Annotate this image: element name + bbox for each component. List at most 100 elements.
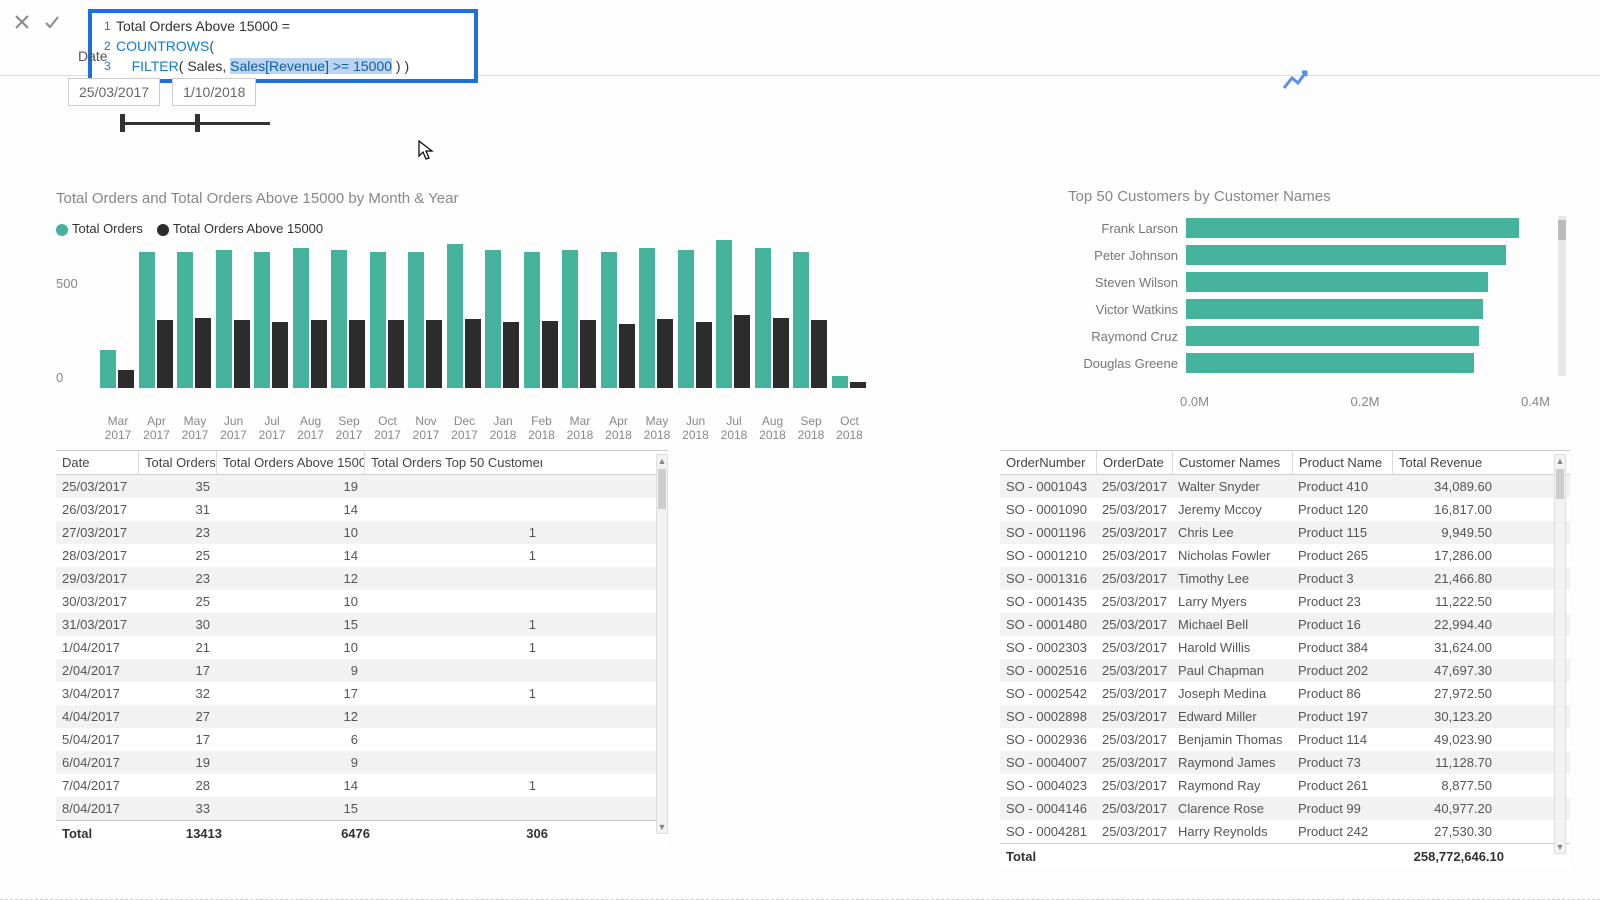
bar-segment[interactable] (447, 244, 463, 388)
column-header[interactable]: Customer Names (1172, 451, 1292, 474)
bar-segment[interactable] (370, 252, 386, 388)
bar-segment[interactable] (177, 252, 193, 388)
column-header[interactable]: Product Name (1292, 451, 1392, 474)
bar-segment[interactable] (139, 252, 155, 388)
table-row[interactable]: 4/04/20172712 (56, 705, 668, 728)
bar-segment[interactable] (408, 252, 424, 388)
bar-segment[interactable] (157, 320, 173, 388)
dax-formula-editor[interactable]: 1Total Orders Above 15000 = 2COUNTROWS( … (88, 9, 478, 83)
visual-header-icon[interactable] (1280, 68, 1308, 95)
table-row[interactable]: SO - 000293625/03/2017Benjamin ThomasPro… (1000, 728, 1570, 751)
table-row[interactable]: 28/03/201725141 (56, 544, 668, 567)
table-row[interactable]: 3/04/201732171 (56, 682, 668, 705)
hbar-segment[interactable] (1186, 326, 1479, 346)
bar-segment[interactable] (811, 320, 827, 388)
scroll-down-icon[interactable]: ▼ (657, 821, 667, 833)
bar-segment[interactable] (254, 252, 270, 388)
table-row[interactable]: 1/04/201721101 (56, 636, 668, 659)
table-row[interactable]: 8/04/20173315 (56, 797, 668, 820)
bar-segment[interactable] (331, 250, 347, 388)
table-row[interactable]: SO - 000414625/03/2017Clarence RoseProdu… (1000, 797, 1570, 820)
table-row[interactable]: 2/04/2017179 (56, 659, 668, 682)
table-row[interactable]: SO - 000230325/03/2017Harold WillisProdu… (1000, 636, 1570, 659)
bar-segment[interactable] (678, 250, 694, 388)
table-row[interactable]: SO - 000289825/03/2017Edward MillerProdu… (1000, 705, 1570, 728)
bar-segment[interactable] (657, 319, 673, 388)
bar-segment[interactable] (850, 382, 866, 388)
column-header[interactable]: Total Orders (138, 451, 216, 474)
bar-segment[interactable] (562, 250, 578, 388)
column-header[interactable]: Total Orders Top 50 Customers (364, 451, 542, 474)
bar-segment[interactable] (216, 250, 232, 388)
table-scrollbar[interactable]: ▲ ▼ (1554, 454, 1566, 854)
bar-segment[interactable] (311, 320, 327, 388)
orders-summary-table[interactable]: DateTotal OrdersTotal Orders Above 15000… (56, 450, 668, 846)
table-row[interactable]: SO - 000143525/03/2017Larry MyersProduct… (1000, 590, 1570, 613)
scroll-up-icon[interactable]: ▲ (657, 455, 667, 467)
table-row[interactable]: SO - 000109025/03/2017Jeremy MccoyProduc… (1000, 498, 1570, 521)
date-from-input[interactable]: 25/03/2017 (68, 78, 160, 106)
table-row[interactable]: 26/03/20173114 (56, 498, 668, 521)
bar-segment[interactable] (755, 248, 771, 388)
column-header[interactable]: Date (56, 451, 138, 474)
bar-segment[interactable] (349, 320, 365, 388)
bar-segment[interactable] (100, 350, 116, 388)
column-header[interactable]: Total Revenue (1392, 451, 1498, 474)
bar-segment[interactable] (118, 370, 134, 388)
table-row[interactable]: 31/03/201730151 (56, 613, 668, 636)
table-scrollbar[interactable]: ▲ ▼ (656, 454, 668, 834)
hbar-segment[interactable] (1186, 218, 1519, 238)
table-row[interactable]: 29/03/20172312 (56, 567, 668, 590)
bar-segment[interactable] (619, 324, 635, 388)
bar-segment[interactable] (524, 252, 540, 388)
table-row[interactable]: SO - 000251625/03/2017Paul ChapmanProduc… (1000, 659, 1570, 682)
table-row[interactable]: SO - 000428125/03/2017Harry ReynoldsProd… (1000, 820, 1570, 843)
scroll-up-icon[interactable]: ▲ (1555, 455, 1565, 467)
table-row[interactable]: 30/03/20172510 (56, 590, 668, 613)
bar-segment[interactable] (465, 319, 481, 388)
bar-segment[interactable] (696, 322, 712, 388)
bar-segment[interactable] (542, 321, 558, 388)
bar-segment[interactable] (234, 320, 250, 388)
scroll-down-icon[interactable]: ▼ (1555, 841, 1565, 853)
chart-scrollbar[interactable] (1558, 216, 1566, 376)
bar-segment[interactable] (832, 376, 848, 388)
table-row[interactable]: 25/03/20173519 (56, 475, 668, 498)
bar-segment[interactable] (639, 248, 655, 388)
table-row[interactable]: SO - 000400725/03/2017Raymond JamesProdu… (1000, 751, 1570, 774)
bar-segment[interactable] (485, 250, 501, 388)
table-row[interactable]: 6/04/2017199 (56, 751, 668, 774)
bar-segment[interactable] (580, 320, 596, 388)
column-header[interactable]: Total Orders Above 15000 (216, 451, 364, 474)
bar-segment[interactable] (293, 248, 309, 388)
column-header[interactable]: OrderDate (1096, 451, 1172, 474)
column-header[interactable]: OrderNumber (1000, 451, 1096, 474)
hbar-segment[interactable] (1186, 272, 1488, 292)
bar-segment[interactable] (793, 252, 809, 388)
hbar-segment[interactable] (1186, 299, 1483, 319)
table-row[interactable]: 5/04/2017176 (56, 728, 668, 751)
bar-segment[interactable] (272, 322, 288, 388)
bar-segment[interactable] (773, 318, 789, 388)
table-row[interactable]: SO - 000119625/03/2017Chris LeeProduct 1… (1000, 521, 1570, 544)
hbar-segment[interactable] (1186, 245, 1506, 265)
bar-segment[interactable] (734, 315, 750, 388)
bar-segment[interactable] (716, 240, 732, 388)
commit-icon[interactable] (44, 14, 60, 33)
bar-segment[interactable] (426, 320, 442, 388)
table-row[interactable]: 27/03/201723101 (56, 521, 668, 544)
bar-segment[interactable] (388, 320, 404, 388)
horizontal-bar-chart[interactable]: Frank LarsonPeter JohnsonSteven WilsonVi… (1068, 216, 1548, 378)
orders-detail-table[interactable]: OrderNumberOrderDateCustomer NamesProduc… (1000, 450, 1570, 869)
bar-segment[interactable] (601, 252, 617, 388)
table-row[interactable]: SO - 000104325/03/2017Walter SnyderProdu… (1000, 475, 1570, 498)
date-range-slider[interactable] (120, 116, 270, 130)
table-row[interactable]: 7/04/201728141 (56, 774, 668, 797)
table-row[interactable]: SO - 000148025/03/2017Michael BellProduc… (1000, 613, 1570, 636)
date-to-input[interactable]: 1/10/2018 (172, 78, 256, 106)
bar-segment[interactable] (195, 318, 211, 388)
bar-segment[interactable] (503, 322, 519, 388)
table-row[interactable]: SO - 000254225/03/2017Joseph MedinaProdu… (1000, 682, 1570, 705)
table-row[interactable]: SO - 000402325/03/2017Raymond RayProduct… (1000, 774, 1570, 797)
table-row[interactable]: SO - 000121025/03/2017Nicholas FowlerPro… (1000, 544, 1570, 567)
